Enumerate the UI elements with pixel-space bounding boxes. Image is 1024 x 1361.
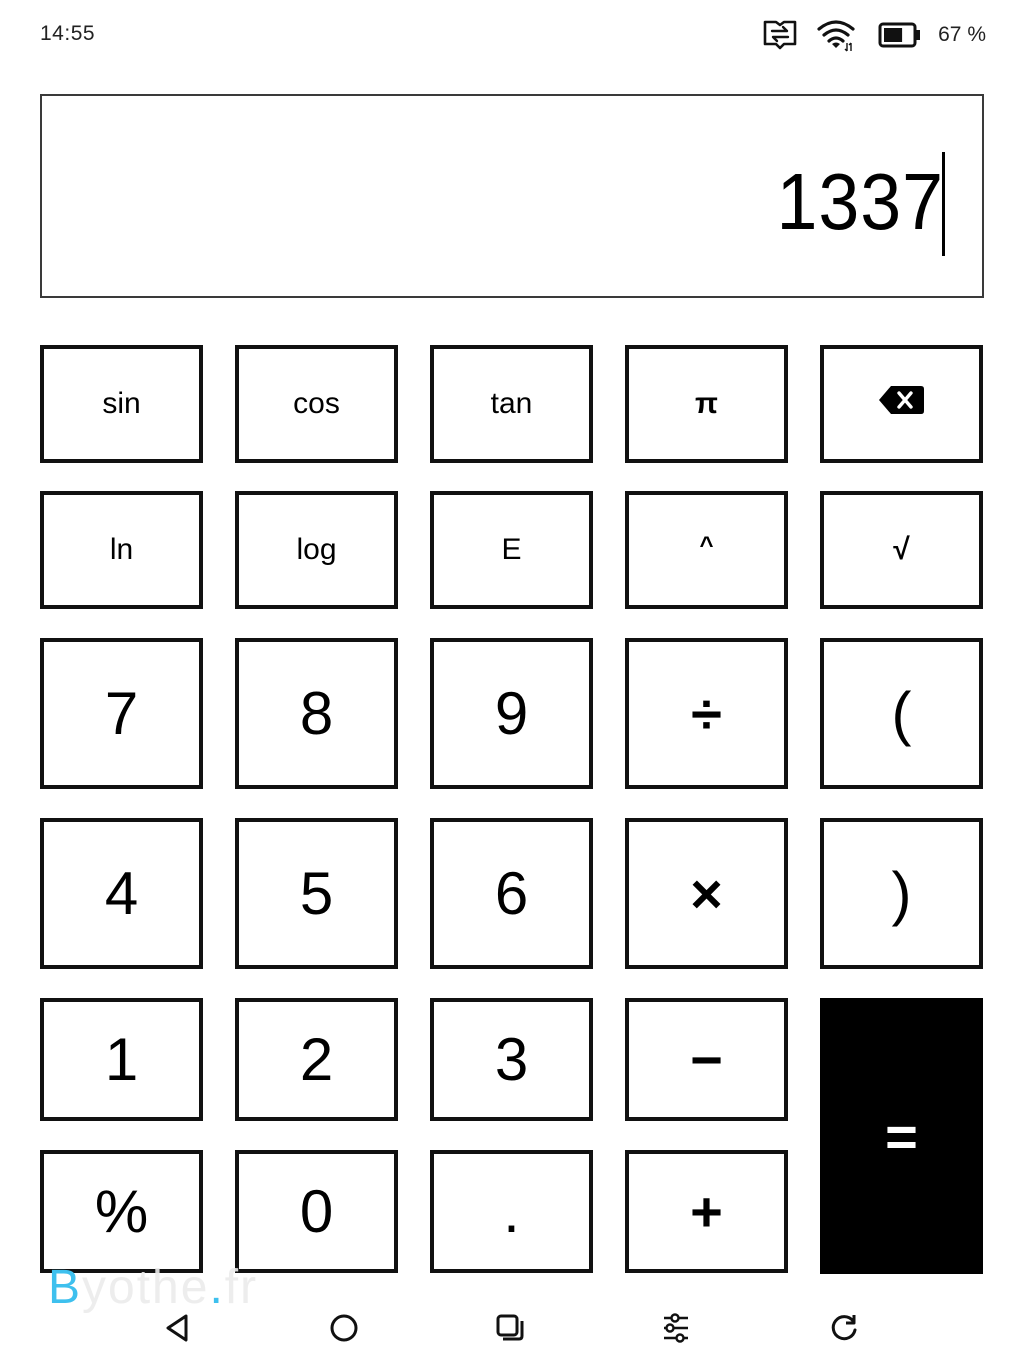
sliders-icon [662,1312,692,1349]
key-label: = [885,1104,918,1168]
key-minus[interactable]: − [625,998,788,1121]
key-label: ln [109,533,134,566]
key-label: ^ [699,532,714,559]
key-cos[interactable]: cos [235,345,398,463]
battery-percent: 67 % [938,23,986,46]
text-cursor [942,152,945,256]
battery-icon [878,22,922,48]
refresh-button[interactable] [824,1312,864,1348]
key-label: 5 [299,860,334,927]
backspace-icon [877,383,927,425]
key-7[interactable]: 7 [40,638,203,789]
refresh-icon [829,1313,859,1348]
key-label: % [94,1178,149,1245]
recents-square-icon [495,1313,525,1348]
key-ln[interactable]: ln [40,491,203,609]
display-value: 1337 [776,157,944,246]
key-label: tan [490,387,533,420]
key-exponent[interactable]: E [430,491,593,609]
key-label: ( [891,680,912,747]
key-label: . [503,1178,520,1245]
key-label: log [296,533,337,566]
key-label: 3 [494,1026,529,1093]
key-divide[interactable]: ÷ [625,638,788,789]
status-icons: 67 % [762,18,986,52]
key-label: ÷ [691,682,722,745]
key-plus[interactable]: + [625,1150,788,1273]
key-4[interactable]: 4 [40,818,203,969]
key-power[interactable]: ^ [625,491,788,609]
status-time: 14:55 [40,22,96,45]
key-log[interactable]: log [235,491,398,609]
home-circle-icon [329,1313,359,1348]
back-triangle-icon [164,1313,192,1348]
status-bar: 14:55 67 % [0,0,1024,70]
key-2[interactable]: 2 [235,998,398,1121]
key-percent[interactable]: % [40,1150,203,1273]
key-label: √ [893,533,910,566]
key-label: 0 [299,1178,334,1245]
key-multiply[interactable]: × [625,818,788,969]
key-label: ) [891,860,912,927]
settings-button[interactable] [657,1312,697,1348]
calculator-display[interactable]: 1337 [40,94,984,298]
key-label: sin [102,387,141,420]
key-equals[interactable]: = [820,998,983,1274]
key-label: cos [293,387,340,420]
key-open-paren[interactable]: ( [820,638,983,789]
key-1[interactable]: 1 [40,998,203,1121]
key-label: 9 [494,680,529,747]
key-label: × [690,862,723,925]
key-pi[interactable]: π [625,345,788,463]
key-3[interactable]: 3 [430,998,593,1121]
key-label: 7 [104,680,139,747]
key-label: π [695,387,718,420]
key-8[interactable]: 8 [235,638,398,789]
key-6[interactable]: 6 [430,818,593,969]
key-label: 2 [299,1026,334,1093]
key-0[interactable]: 0 [235,1150,398,1273]
key-sqrt[interactable]: √ [820,491,983,609]
key-label: 8 [299,680,334,747]
recents-button[interactable] [490,1312,530,1348]
sync-icon [762,19,798,51]
key-backspace[interactable] [820,345,983,463]
key-label: 6 [494,860,529,927]
key-label: E [501,533,522,566]
key-label: + [690,1180,723,1243]
key-5[interactable]: 5 [235,818,398,969]
wifi-icon [816,17,858,53]
key-label: − [690,1028,723,1091]
key-decimal[interactable]: . [430,1150,593,1273]
back-button[interactable] [158,1312,198,1348]
key-label: 1 [104,1026,139,1093]
key-9[interactable]: 9 [430,638,593,789]
navigation-bar [0,1300,1024,1361]
key-sin[interactable]: sin [40,345,203,463]
key-tan[interactable]: tan [430,345,593,463]
home-button[interactable] [324,1312,364,1348]
key-label: 4 [104,860,139,927]
key-close-paren[interactable]: ) [820,818,983,969]
